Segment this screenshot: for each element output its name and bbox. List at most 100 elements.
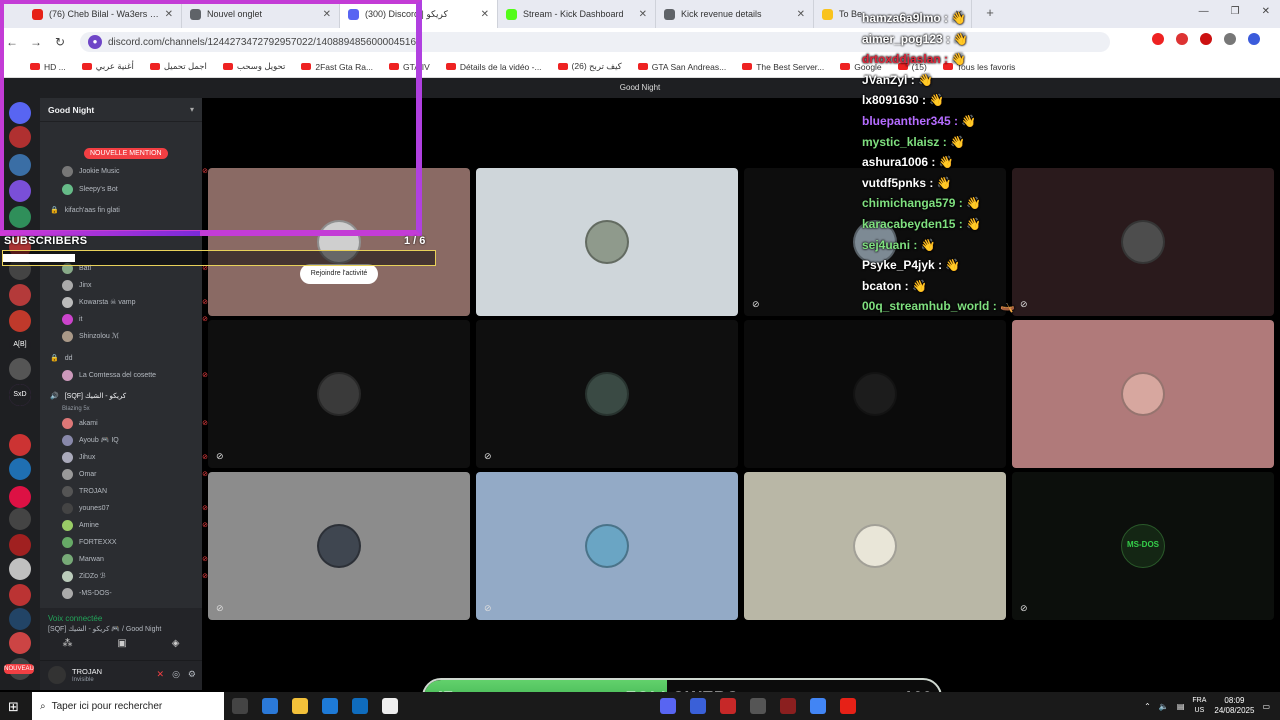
voice-member[interactable]: La Comtessa del cosette ⊘ (62, 368, 210, 382)
extension-icon[interactable] (1152, 33, 1164, 45)
voice-channel[interactable]: 🔊 [SQF] كريكو - الشيك (50, 389, 198, 403)
network-icon[interactable]: ▤ (1177, 702, 1185, 711)
discord-icon[interactable] (660, 698, 676, 714)
server-icon[interactable] (9, 584, 31, 606)
speaker-icon[interactable]: 🔈 (1159, 702, 1169, 711)
close-window-button[interactable]: ✕ (1262, 6, 1270, 17)
app-icon[interactable] (780, 698, 796, 714)
server-icon[interactable] (9, 434, 31, 456)
app-icon[interactable] (690, 698, 706, 714)
task-view-icon[interactable] (232, 698, 248, 714)
voice-member[interactable]: Jinx (62, 278, 210, 292)
video-tile[interactable] (476, 168, 738, 316)
video-tile[interactable] (744, 472, 1006, 620)
clock[interactable]: 08:09 24/08/2025 (1214, 696, 1254, 716)
notepad-icon[interactable] (382, 698, 398, 714)
participant-avatar (317, 524, 361, 568)
headphones-icon[interactable]: ◎ (172, 669, 180, 680)
notification-icon[interactable]: ▭ (1262, 702, 1270, 711)
server-icon[interactable] (9, 458, 31, 480)
voice-member[interactable]: Marwan ⊘ (62, 552, 210, 566)
channel-category[interactable]: 🔒 dd (50, 351, 198, 365)
voice-member[interactable]: FORTEXXX (62, 535, 210, 549)
voice-member[interactable]: ZiDZo ℬ ⊘ (62, 569, 210, 583)
close-tab-icon[interactable]: ✕ (797, 9, 805, 20)
video-tile[interactable]: MS-DOS ⊘ (1012, 472, 1274, 620)
voice-channel-name[interactable]: [SQF] كريكو - الشيك 🎮 / Good Night (48, 625, 161, 633)
browser-tab[interactable]: Kick revenue details ✕ (656, 0, 814, 28)
file-explorer-icon[interactable] (292, 698, 308, 714)
video-tile[interactable]: ⊘ (476, 472, 738, 620)
noise-suppression-icon[interactable]: ⁂ (62, 638, 72, 649)
chrome-icon[interactable] (810, 698, 826, 714)
vscode-icon[interactable] (322, 698, 338, 714)
voice-member[interactable]: Shinzolou ℳ (62, 329, 210, 343)
video-tile[interactable]: ⊘ (208, 472, 470, 620)
join-activity-button[interactable]: Rejoindre l'activité (300, 264, 378, 284)
bookmark-item[interactable]: Détails de la vidéo -... (445, 62, 542, 72)
extension-icon[interactable] (1200, 33, 1212, 45)
app-icon[interactable] (720, 698, 736, 714)
voice-member[interactable]: Omar ⊘ (62, 467, 210, 481)
browser-tab[interactable]: Stream - Kick Dashboard ✕ (498, 0, 656, 28)
store-icon[interactable] (262, 698, 278, 714)
server-label[interactable]: SxD (9, 384, 31, 406)
maximize-button[interactable]: ❐ (1231, 6, 1240, 17)
chevron-up-icon[interactable]: ⌃ (1144, 702, 1151, 711)
server-icon[interactable] (9, 632, 31, 654)
subscribers-progress-bar (2, 250, 436, 266)
taskbar-search-input[interactable]: ⌕ Taper ici pour rechercher (32, 692, 224, 720)
voice-member[interactable]: akami ⊘ (62, 416, 210, 430)
server-icon[interactable] (9, 558, 31, 580)
extension-icon[interactable] (1176, 33, 1188, 45)
puzzle-icon[interactable] (1224, 33, 1236, 45)
server-icon[interactable] (9, 508, 31, 530)
extension-icons (1152, 33, 1260, 45)
video-tile[interactable] (744, 320, 1006, 468)
bookmark-item[interactable]: GTA San Andreas... (637, 62, 726, 72)
voice-member[interactable]: Blazing 5x (62, 402, 210, 416)
server-icon[interactable] (9, 358, 31, 380)
taskbar-apps (232, 698, 398, 714)
windows-start-icon[interactable]: ⊞ (8, 699, 19, 715)
close-tab-icon[interactable]: ✕ (639, 9, 647, 20)
gear-icon[interactable]: ⚙ (188, 669, 196, 680)
youtube-icon[interactable] (840, 698, 856, 714)
voice-member[interactable]: Amine ⊘ (62, 518, 210, 532)
voice-member[interactable]: it ⊘ (62, 312, 210, 326)
server-icon[interactable] (9, 534, 31, 556)
tab-title: Kick revenue details (681, 9, 762, 19)
server-icon[interactable] (9, 608, 31, 630)
activity-icon[interactable]: ◈ (172, 638, 180, 649)
chat-message: ashura1006 : 👋 (862, 155, 954, 170)
participant-avatar (853, 372, 897, 416)
voice-member[interactable]: Kowarsta ☠ vamp ⊘ (62, 295, 210, 309)
server-icon[interactable] (9, 486, 31, 508)
outlook-icon[interactable] (352, 698, 368, 714)
close-tab-icon[interactable]: ✕ (481, 9, 489, 20)
voice-member[interactable]: younes07 ⊘ (62, 501, 210, 515)
app-icon[interactable] (750, 698, 766, 714)
profile-avatar[interactable] (1248, 33, 1260, 45)
minimize-button[interactable]: — (1199, 6, 1209, 17)
server-label[interactable]: A[B] (9, 334, 31, 356)
voice-member[interactable]: TROJAN (62, 484, 210, 498)
mic-muted-icon[interactable]: ✕ (157, 669, 165, 680)
bookmark-item[interactable]: The Best Server... (742, 62, 824, 72)
voice-member[interactable]: Ayoub 🎮 IQ (62, 433, 210, 447)
video-tile[interactable]: ⊘ (476, 320, 738, 468)
participant-avatar (585, 372, 629, 416)
language-indicator[interactable]: FRA US (1192, 696, 1206, 716)
voice-member[interactable]: Jihux ⊘ (62, 450, 210, 464)
channel-label: FORTEXXX (79, 538, 117, 546)
avatar (62, 279, 73, 291)
voice-member[interactable]: -MS-DOS- (62, 586, 210, 600)
avatar[interactable] (48, 666, 66, 684)
bookmark-item[interactable]: (26) كيف تربح (557, 61, 622, 72)
server-icon[interactable] (9, 310, 31, 332)
video-tile[interactable] (1012, 320, 1274, 468)
server-icon[interactable] (9, 284, 31, 306)
server-label[interactable]: NOUVEAU (4, 664, 34, 674)
screen-share-icon[interactable]: ▣ (117, 638, 126, 649)
video-tile[interactable]: ⊘ (208, 320, 470, 468)
